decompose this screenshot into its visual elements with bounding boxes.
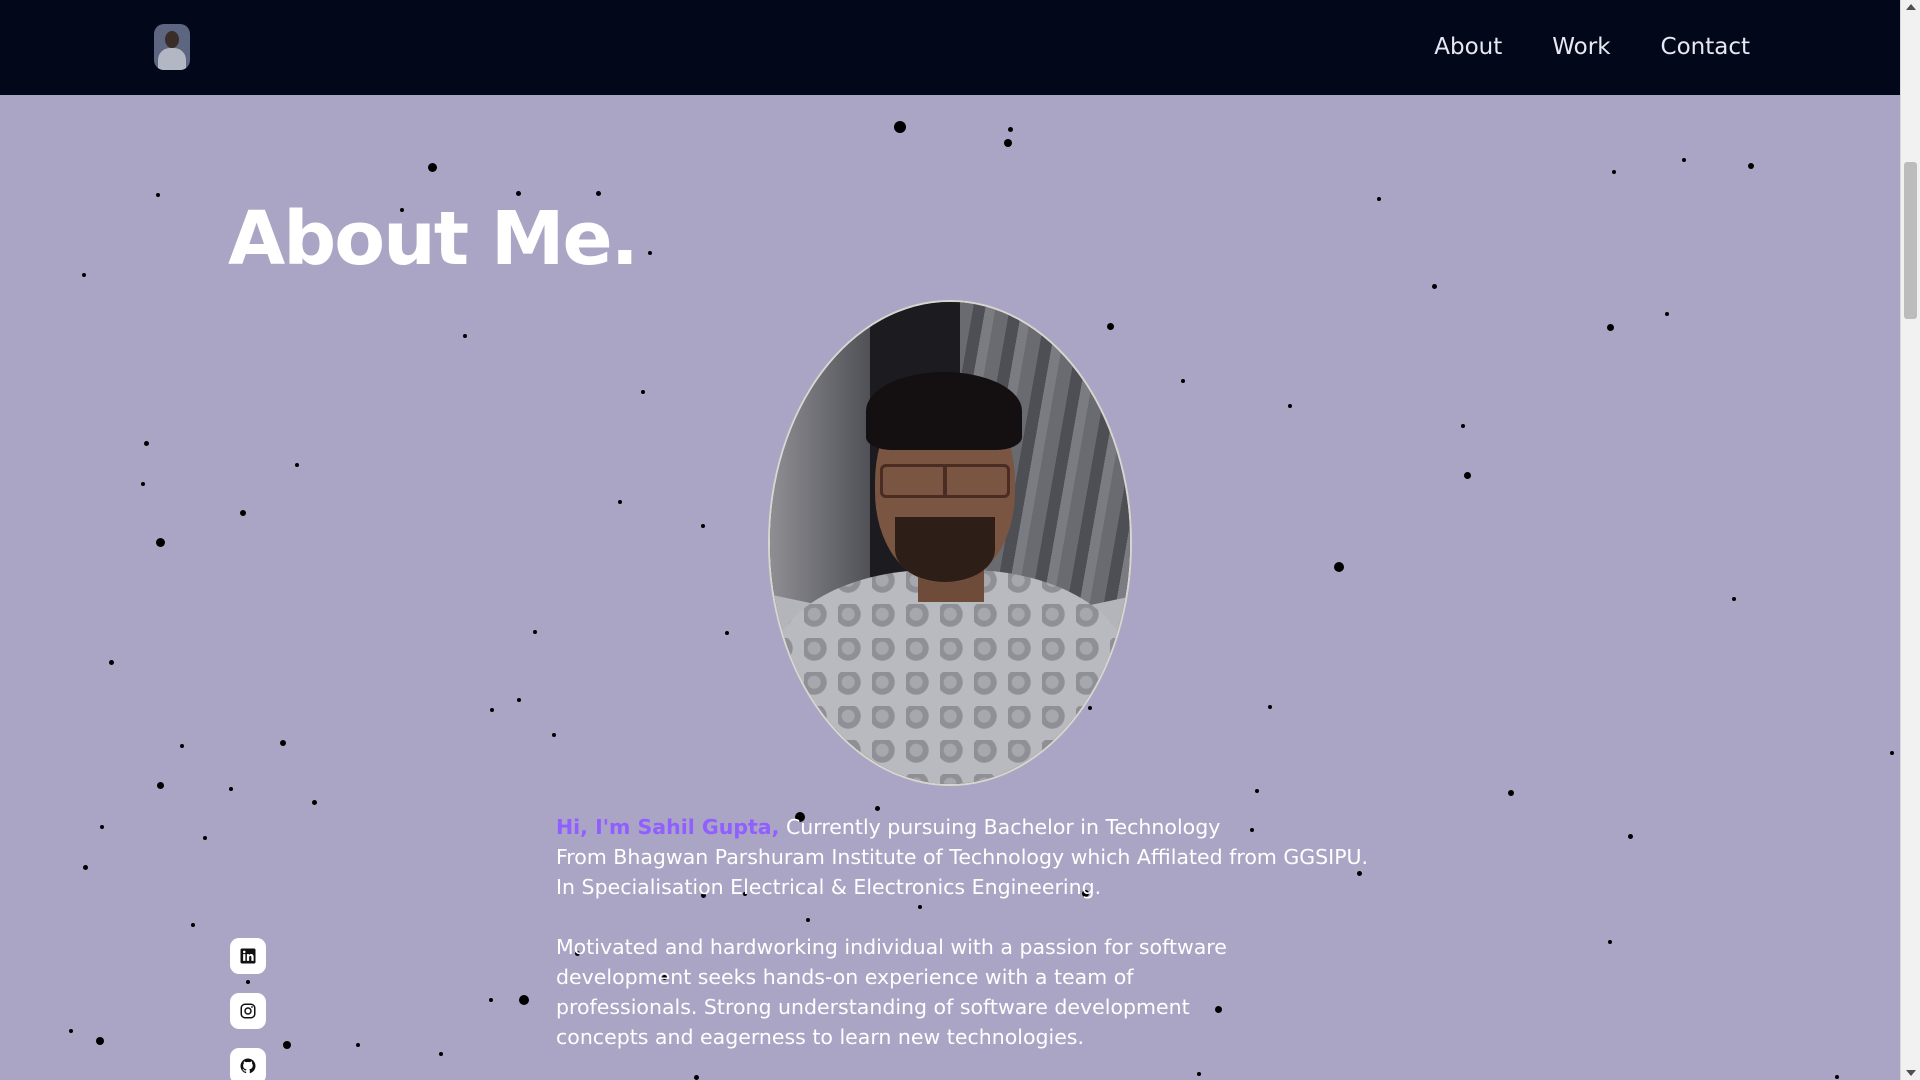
intro-line-2: From Bhagwan Parshuram Institute of Tech… [556, 845, 1369, 869]
logo-avatar-body [158, 48, 186, 70]
star-dot [648, 251, 652, 255]
star-dot [191, 923, 195, 927]
star-dot [108, 659, 114, 665]
star-dot [552, 733, 556, 737]
star-dot [283, 1041, 291, 1049]
profile-photo [770, 302, 1130, 784]
intro-line-3: In Specialisation Electrical & Electroni… [556, 875, 1102, 899]
star-dot [295, 463, 299, 467]
greeting-highlight: Hi, I'm Sahil Gupta, [556, 815, 780, 839]
instagram-icon [240, 1003, 256, 1019]
star-dot [280, 740, 286, 746]
top-navbar: About Work Contact [0, 0, 1900, 95]
instagram-button[interactable] [230, 993, 266, 1029]
star-dot [141, 482, 145, 486]
star-dot [1288, 404, 1292, 408]
scrollbar-thumb[interactable] [1904, 162, 1917, 319]
star-dot [701, 524, 705, 528]
star-dot [1627, 833, 1633, 839]
star-dot [427, 162, 437, 172]
star-dot [489, 998, 493, 1002]
star-dot [1606, 323, 1614, 331]
star-dot [1007, 126, 1013, 132]
logo-avatar[interactable] [154, 24, 190, 70]
photo-hair [866, 372, 1022, 450]
star-dot [1665, 312, 1669, 316]
star-dot [1377, 197, 1381, 201]
star-dot [156, 781, 164, 789]
nav-link-work[interactable]: Work [1552, 28, 1610, 66]
star-dot [311, 799, 317, 805]
star-dot [1461, 424, 1465, 428]
summary-paragraph: Motivated and hardworking individual wit… [556, 935, 1227, 1049]
star-dot [1508, 790, 1514, 796]
star-dot [100, 825, 104, 829]
star-dot [641, 390, 645, 394]
star-dot [1431, 283, 1437, 289]
star-dot [1748, 163, 1754, 169]
star-dot [1612, 170, 1616, 174]
github-icon [240, 1058, 256, 1074]
star-dot [82, 273, 86, 277]
star-dot [463, 334, 467, 338]
star-dot [533, 630, 537, 634]
star-dot [356, 1043, 360, 1047]
scroll-down-arrow-icon[interactable] [1906, 1070, 1916, 1076]
star-dot [1732, 597, 1736, 601]
star-dot [156, 193, 160, 197]
star-dot [1268, 705, 1272, 709]
intro-paragraph: Hi, I'm Sahil Gupta, Currently pursuing … [556, 812, 1376, 902]
star-dot [439, 1052, 443, 1056]
star-dot [1608, 940, 1612, 944]
page-title: About Me. [228, 196, 639, 282]
star-dot [519, 995, 529, 1005]
logo-avatar-head [165, 31, 179, 48]
star-dot [515, 190, 521, 196]
star-dot [725, 631, 729, 635]
star-dot [229, 787, 233, 791]
linkedin-button[interactable] [230, 938, 266, 974]
star-dot [517, 698, 521, 702]
star-dot [1334, 562, 1344, 572]
star-dot [240, 510, 246, 516]
star-dot [1463, 471, 1471, 479]
star-dot [96, 1037, 104, 1045]
scroll-up-arrow-icon[interactable] [1906, 4, 1916, 10]
star-dot [1890, 751, 1894, 755]
star-dot [203, 836, 207, 840]
intro-line-1: Currently pursuing Bachelor in Technolog… [785, 815, 1221, 839]
star-dot [1004, 139, 1012, 147]
star-dot [595, 190, 601, 196]
linkedin-icon [240, 948, 256, 964]
star-dot [1255, 789, 1259, 793]
photo-shirt [770, 570, 1130, 784]
nav-links: About Work Contact [1434, 28, 1750, 66]
star-dot [1181, 379, 1185, 383]
star-dot [180, 744, 184, 748]
star-dot [82, 864, 88, 870]
social-links [230, 938, 266, 1080]
star-dot [894, 121, 906, 133]
star-dot [143, 440, 149, 446]
star-dot [1835, 1075, 1839, 1079]
star-dot [874, 805, 880, 811]
star-dot [618, 500, 622, 504]
star-dot [69, 1029, 73, 1033]
nav-link-about[interactable]: About [1434, 28, 1502, 66]
github-button[interactable] [230, 1048, 266, 1080]
nav-link-contact[interactable]: Contact [1661, 28, 1750, 66]
star-dot [155, 537, 165, 547]
star-dot [1682, 158, 1686, 162]
photo-glasses [880, 464, 1010, 498]
photo-beard [895, 517, 995, 582]
about-description: Hi, I'm Sahil Gupta, Currently pursuing … [556, 812, 1376, 1080]
page-scrollbar[interactable] [1900, 0, 1920, 1080]
star-dot [490, 708, 494, 712]
